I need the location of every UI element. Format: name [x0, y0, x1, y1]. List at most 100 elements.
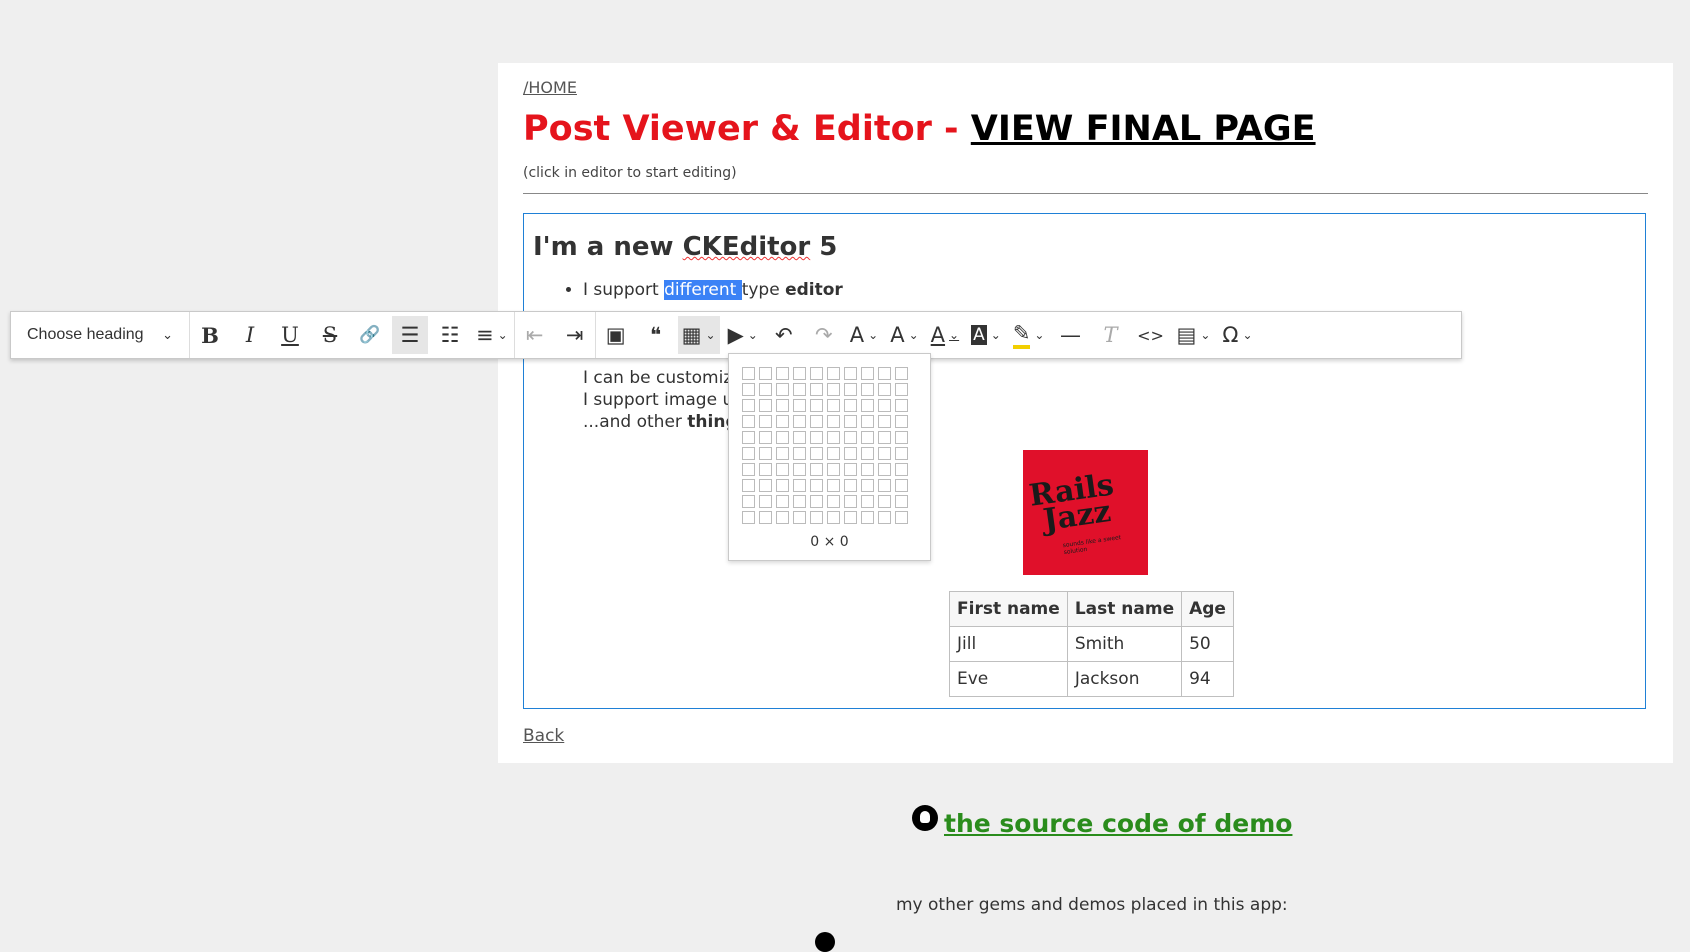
table-size-cell[interactable]	[810, 399, 823, 412]
insert-image-button[interactable]: ▣	[598, 316, 634, 354]
editor-table[interactable]: First name Last name Age Jill Smith 50 E…	[949, 591, 1234, 697]
table-size-cell[interactable]	[776, 399, 789, 412]
table-size-cell[interactable]	[895, 367, 908, 380]
bulleted-list-button[interactable]: ☰	[392, 316, 428, 354]
table-cell[interactable]: Jill	[949, 626, 1068, 662]
table-header-cell[interactable]: Last name	[1066, 591, 1183, 627]
table-size-cell[interactable]	[776, 431, 789, 444]
table-size-cell[interactable]	[878, 399, 891, 412]
table-size-cell[interactable]	[793, 479, 806, 492]
table-size-cell[interactable]	[810, 431, 823, 444]
table-size-cell[interactable]	[827, 463, 840, 476]
font-color-dropdown[interactable]: A ⌄	[927, 316, 963, 354]
strikethrough-button[interactable]: S	[312, 316, 348, 354]
table-size-cell[interactable]	[776, 463, 789, 476]
table-size-cell[interactable]	[793, 415, 806, 428]
template-dropdown[interactable]: ▤ ⌄	[1172, 316, 1214, 354]
table-size-cell[interactable]	[827, 367, 840, 380]
table-size-cell[interactable]	[844, 511, 857, 524]
table-size-cell[interactable]	[776, 495, 789, 508]
table-size-cell[interactable]	[759, 399, 772, 412]
table-size-cell[interactable]	[776, 367, 789, 380]
table-size-cell[interactable]	[895, 383, 908, 396]
table-size-cell[interactable]	[861, 367, 874, 380]
table-size-cell[interactable]	[895, 447, 908, 460]
table-size-cell[interactable]	[844, 463, 857, 476]
special-characters-dropdown[interactable]: Ω ⌄	[1218, 316, 1256, 354]
table-size-cell[interactable]	[810, 367, 823, 380]
insert-media-dropdown[interactable]: ▶ ⌄	[724, 316, 762, 354]
font-background-dropdown[interactable]: A ⌄	[967, 316, 1005, 354]
table-size-cell[interactable]	[759, 383, 772, 396]
table-size-cell[interactable]	[742, 367, 755, 380]
table-size-cell[interactable]	[861, 383, 874, 396]
link-button[interactable]: 🔗	[352, 316, 388, 354]
table-size-cell[interactable]	[793, 447, 806, 460]
table-size-cell[interactable]	[793, 431, 806, 444]
table-size-cell[interactable]	[827, 447, 840, 460]
table-size-cell[interactable]	[810, 511, 823, 524]
table-size-cell[interactable]	[827, 431, 840, 444]
table-size-cell[interactable]	[878, 447, 891, 460]
table-size-cell[interactable]	[861, 479, 874, 492]
table-size-cell[interactable]	[759, 463, 772, 476]
table-size-cell[interactable]	[759, 431, 772, 444]
table-header-cell[interactable]: Age	[1181, 591, 1234, 627]
table-size-cell[interactable]	[742, 383, 755, 396]
highlight-dropdown[interactable]: ✎ ⌄	[1009, 316, 1049, 354]
table-size-cell[interactable]	[742, 495, 755, 508]
table-size-cell[interactable]	[759, 367, 772, 380]
block-quote-button[interactable]: ❝	[638, 316, 674, 354]
table-size-cell[interactable]	[759, 447, 772, 460]
table-size-cell[interactable]	[827, 511, 840, 524]
table-size-cell[interactable]	[793, 367, 806, 380]
table-size-cell[interactable]	[861, 415, 874, 428]
table-size-cell[interactable]	[759, 415, 772, 428]
table-size-cell[interactable]	[878, 383, 891, 396]
table-size-cell[interactable]	[776, 479, 789, 492]
outdent-button[interactable]: ⇤	[517, 316, 553, 354]
table-size-cell[interactable]	[827, 479, 840, 492]
table-size-cell[interactable]	[895, 479, 908, 492]
table-size-cell[interactable]	[793, 383, 806, 396]
table-size-cell[interactable]	[878, 367, 891, 380]
underline-button[interactable]: U	[272, 316, 308, 354]
alignment-dropdown[interactable]: ≡ ⌄	[472, 316, 512, 354]
table-size-cell[interactable]	[844, 367, 857, 380]
horizontal-line-button[interactable]: —	[1052, 316, 1088, 354]
indent-button[interactable]: ⇥	[557, 316, 593, 354]
home-link[interactable]: /HOME	[523, 78, 577, 97]
bold-button[interactable]: B	[192, 316, 228, 354]
table-size-cell[interactable]	[793, 399, 806, 412]
table-size-cell[interactable]	[742, 399, 755, 412]
table-size-cell[interactable]	[827, 399, 840, 412]
numbered-list-button[interactable]: ☷	[432, 316, 468, 354]
table-size-cell[interactable]	[810, 415, 823, 428]
font-size-dropdown[interactable]: A ⌄	[886, 316, 922, 354]
table-size-cell[interactable]	[895, 415, 908, 428]
table-size-cell[interactable]	[776, 415, 789, 428]
table-size-cell[interactable]	[878, 431, 891, 444]
font-family-dropdown[interactable]: A ⌄	[846, 316, 882, 354]
table-size-cell[interactable]	[878, 415, 891, 428]
table-size-cell[interactable]	[793, 511, 806, 524]
table-cell[interactable]: Smith	[1066, 626, 1183, 662]
table-size-cell[interactable]	[810, 495, 823, 508]
table-cell[interactable]: Eve	[949, 661, 1068, 697]
table-size-cell[interactable]	[810, 479, 823, 492]
table-size-cell[interactable]	[878, 479, 891, 492]
table-size-cell[interactable]	[861, 399, 874, 412]
table-size-cell[interactable]	[742, 463, 755, 476]
table-size-cell[interactable]	[742, 415, 755, 428]
table-size-cell[interactable]	[793, 495, 806, 508]
undo-button[interactable]: ↶	[766, 316, 802, 354]
table-size-cell[interactable]	[895, 511, 908, 524]
table-cell[interactable]: Jackson	[1066, 661, 1183, 697]
table-size-cell[interactable]	[759, 511, 772, 524]
table-header-cell[interactable]: First name	[949, 591, 1068, 627]
table-size-cell[interactable]	[827, 415, 840, 428]
rails-jazz-logo[interactable]: Rails Jazz sounds like a sweet solution	[1023, 450, 1148, 575]
table-size-cell[interactable]	[844, 415, 857, 428]
table-size-cell[interactable]	[827, 495, 840, 508]
table-size-cell[interactable]	[742, 479, 755, 492]
